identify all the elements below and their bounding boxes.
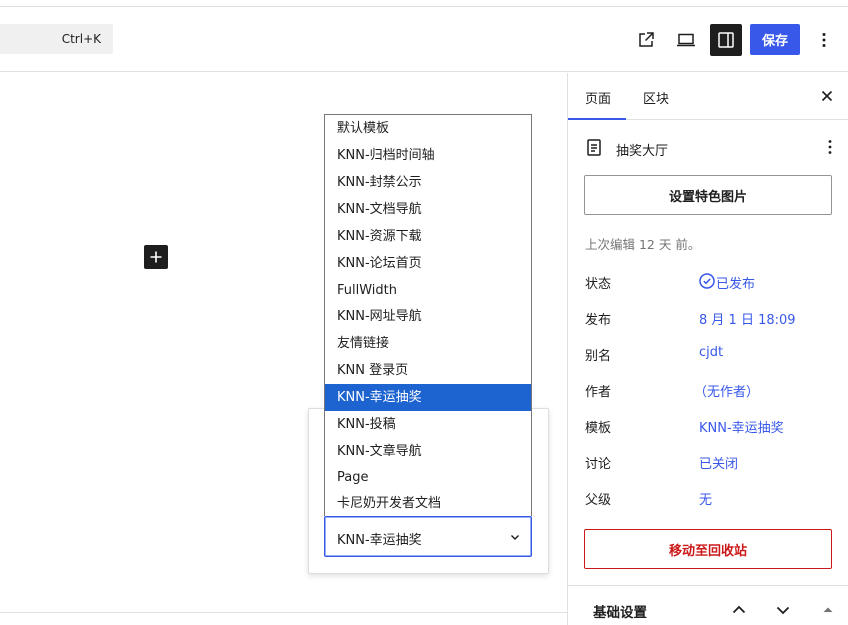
template-option[interactable]: Page — [325, 464, 531, 491]
close-sidebar-button[interactable] — [817, 86, 837, 106]
property-label: 模板 — [585, 421, 612, 436]
template-options-list[interactable]: 默认模板 KNN-归档时间轴 KNN-封禁公示 KNN-文档导航 KNN-资源下… — [324, 114, 532, 516]
document-title: 抽奖大厅 — [616, 144, 669, 159]
block-inserter-button[interactable] — [144, 245, 168, 269]
template-option[interactable]: KNN-投稿 — [325, 411, 531, 438]
move-to-trash-button[interactable]: 移动至回收站 — [584, 529, 832, 569]
template-option[interactable]: KNN-资源下载 — [325, 223, 531, 250]
template-option[interactable]: 友情链接 — [325, 330, 531, 357]
property-status: 状态 已发布 — [585, 270, 835, 292]
laptop-preview-icon — [677, 33, 695, 47]
template-option-selected[interactable]: KNN-幸运抽奖 — [325, 384, 531, 411]
property-parent: 父级 无 — [585, 486, 835, 508]
property-label: 别名 — [585, 349, 612, 364]
document-summary: 抽奖大厅 — [585, 137, 835, 159]
command-shortcut: Ctrl+K — [61, 32, 101, 46]
close-icon — [821, 90, 833, 102]
template-option[interactable]: KNN-封禁公示 — [325, 169, 531, 196]
tab-page[interactable]: 页面 — [585, 88, 611, 107]
template-select[interactable]: KNN-幸运抽奖 — [324, 516, 532, 557]
template-option[interactable]: FullWidth — [325, 277, 531, 304]
property-value-link[interactable]: 8 月 1 日 18:09 — [699, 309, 796, 328]
property-label: 状态 — [585, 277, 612, 292]
last-edited-text: 上次编辑 12 天 前。 — [585, 237, 701, 252]
sidebar-toggle-icon — [718, 32, 734, 48]
property-label: 作者 — [585, 385, 612, 400]
panel-title[interactable]: 基础设置 — [593, 601, 647, 621]
page-icon — [587, 139, 601, 156]
plus-icon — [150, 251, 162, 263]
command-palette-button[interactable]: Ctrl+K — [0, 24, 113, 54]
template-option[interactable]: KNN-文档导航 — [325, 196, 531, 223]
settings-sidebar-toggle[interactable] — [710, 24, 742, 56]
property-author: 作者 （无作者） — [585, 378, 835, 400]
chevron-down-icon — [511, 535, 519, 540]
property-value-link[interactable]: 已发布 — [716, 273, 755, 292]
template-option[interactable]: KNN-网址导航 — [325, 303, 531, 330]
template-option[interactable]: 卡尼奶开发者文档 — [325, 490, 531, 517]
property-discussion: 讨论 已关闭 — [585, 450, 835, 472]
property-value-link[interactable]: cjdt — [699, 345, 723, 360]
active-tab-indicator — [568, 118, 626, 120]
panel-divider — [568, 585, 848, 586]
template-option[interactable]: KNN-归档时间轴 — [325, 142, 531, 169]
chevron-up-icon — [732, 605, 746, 614]
save-button[interactable]: 保存 — [750, 24, 800, 55]
property-value-link[interactable]: 无 — [699, 489, 712, 508]
property-value-link[interactable]: 已关闭 — [699, 453, 738, 472]
published-check-icon — [699, 273, 715, 289]
property-template: 模板 KNN-幸运抽奖 — [585, 414, 835, 436]
property-label: 发布 — [585, 313, 612, 328]
tab-block[interactable]: 区块 — [643, 88, 669, 107]
property-label: 父级 — [585, 493, 612, 508]
move-panel-down-button[interactable] — [773, 600, 793, 620]
preview-button[interactable] — [670, 24, 702, 56]
collapse-panel-button[interactable] — [818, 600, 838, 620]
template-option[interactable]: KNN 登录页 — [325, 357, 531, 384]
template-option[interactable]: KNN-论坛首页 — [325, 250, 531, 277]
more-vertical-icon — [822, 33, 826, 47]
set-featured-image-button[interactable]: 设置特色图片 — [584, 175, 832, 215]
property-publish-date: 发布 8 月 1 日 18:09 — [585, 306, 835, 328]
view-page-button[interactable] — [630, 24, 662, 56]
sidebar-tabs: 页面 区块 — [568, 73, 848, 120]
more-vertical-icon[interactable] — [820, 137, 840, 157]
template-select-value: KNN-幸运抽奖 — [337, 533, 422, 548]
chevron-down-icon — [776, 606, 790, 615]
external-link-icon — [639, 32, 654, 47]
move-panel-up-button[interactable] — [729, 600, 749, 620]
caret-up-icon — [823, 607, 833, 612]
property-value-link[interactable]: （无作者） — [694, 381, 759, 400]
editor-header: Ctrl+K 保存 — [0, 7, 848, 72]
property-slug: 别名 cjdt — [585, 342, 835, 364]
options-menu-button[interactable] — [808, 24, 840, 56]
template-option[interactable]: 默认模板 — [325, 115, 531, 142]
template-option[interactable]: KNN-文章导航 — [325, 438, 531, 465]
property-label: 讨论 — [585, 457, 612, 472]
property-value-link[interactable]: KNN-幸运抽奖 — [699, 417, 784, 436]
canvas-footer-divider — [0, 612, 567, 613]
settings-sidebar: 页面 区块 抽奖大厅 设置特色图片 上次编辑 12 天 前。 状态 已发布 发布… — [567, 73, 848, 625]
